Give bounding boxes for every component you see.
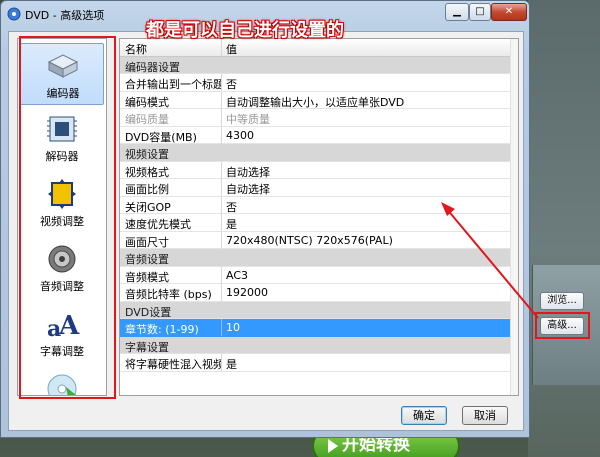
grid-property-row[interactable]: 视频格式 自动选择 <box>120 161 518 180</box>
column-divider <box>221 126 222 144</box>
property-value[interactable]: 是 <box>226 216 237 232</box>
browse-button[interactable]: 浏览... <box>540 292 584 310</box>
annotation-highlight-sidebar <box>19 36 116 399</box>
property-name: 音频设置 <box>125 253 169 266</box>
grid-property-row[interactable]: 画面比例 自动选择 <box>120 179 518 197</box>
cancel-button[interactable]: 取消 <box>462 406 508 425</box>
grid-property-row[interactable]: 编码模式 自动调整输出大小，以适应单张DVD <box>120 91 518 110</box>
property-name: 速度优先模式 <box>125 218 191 231</box>
properties-grid: 名称 值 编码器设置 合并输出到一个标题否编码模式 自动调整输出大小，以适应单张DV… <box>119 38 519 396</box>
grid-property-row[interactable]: 章节数: (1-99) 10 <box>120 319 518 337</box>
dialog-client-area: 编码器 解码器 视频调整 音频调整 a A 字幕调整 名称 值 编码器设置 合并… <box>8 31 524 431</box>
grid-property-row[interactable]: 合并输出到一个标题否 <box>120 74 518 92</box>
column-divider <box>221 354 222 371</box>
property-value[interactable]: 192000 <box>226 286 268 299</box>
property-name: 音频比特率 (bps) <box>125 288 212 301</box>
column-divider <box>221 196 222 214</box>
start-convert-label: 开始转换 <box>342 435 410 455</box>
column-divider <box>221 214 222 231</box>
property-name: DVD容量(MB) <box>125 130 197 144</box>
property-value[interactable]: AC3 <box>226 269 248 282</box>
column-divider <box>221 284 222 301</box>
grid-property-row[interactable]: 画面尺寸 720x480(NTSC) 720x576(PAL) <box>120 231 518 249</box>
property-value[interactable]: 自动选择 <box>226 164 270 180</box>
advanced-options-dialog: DVD - 高级选项 ▁ □ ✕ 编码器 解码器 视频调整 音频调整 a A 字… <box>0 0 530 438</box>
maximize-button[interactable]: □ <box>469 3 491 21</box>
property-value[interactable]: 中等质量 <box>226 111 270 127</box>
grid-section-row[interactable]: 音频设置 <box>120 249 518 267</box>
maximize-icon: □ <box>475 6 485 17</box>
property-value[interactable]: 自动调整输出大小，以适应单张DVD <box>226 94 404 110</box>
property-name: DVD设置 <box>125 305 172 319</box>
property-name: 章节数: (1-99) <box>125 323 199 336</box>
property-name: 编码模式 <box>125 95 169 109</box>
grid-property-row[interactable]: 编码质量 中等质量 <box>120 109 518 127</box>
grid-scroll-track[interactable] <box>510 39 518 395</box>
column-header-value: 值 <box>226 43 237 56</box>
grid-property-row[interactable]: 关闭GOP 否 <box>120 196 518 215</box>
column-divider <box>221 231 222 249</box>
grid-property-row[interactable]: 音频模式 AC3 <box>120 266 518 284</box>
grid-property-row[interactable]: 速度优先模式 是 <box>120 214 518 232</box>
grid-section-row[interactable]: 编码器设置 <box>120 56 518 74</box>
column-divider <box>221 74 222 91</box>
column-divider <box>221 319 222 336</box>
property-name: 视频格式 <box>125 165 169 179</box>
property-name: 合并输出到一个标题 <box>125 78 221 91</box>
property-name: 音频模式 <box>125 270 169 284</box>
property-value[interactable]: 否 <box>226 76 237 92</box>
column-divider <box>221 266 222 284</box>
play-icon <box>328 439 338 453</box>
property-value[interactable]: 10 <box>226 321 240 334</box>
annotation-highlight-advanced <box>535 312 590 339</box>
close-icon: ✕ <box>504 6 514 17</box>
annotation-caption: 都是可以自己进行设置的 <box>146 20 344 41</box>
minimize-icon: ▁ <box>453 6 461 17</box>
property-name: 关闭GOP <box>125 200 171 214</box>
column-header-name: 名称 <box>125 43 147 56</box>
grid-property-row[interactable]: DVD容量(MB) 4300 <box>120 126 518 144</box>
app-logo-icon <box>7 7 21 21</box>
property-name: 画面比例 <box>125 183 169 196</box>
background-app <box>528 0 600 457</box>
property-value[interactable]: 否 <box>226 199 237 215</box>
window-title: DVD - 高级选项 <box>25 9 105 22</box>
grid-property-row[interactable]: 音频比特率 (bps) 192000 <box>120 284 518 302</box>
property-name: 编码器设置 <box>125 60 180 74</box>
property-value[interactable]: 是 <box>226 356 237 372</box>
property-name: 视频设置 <box>125 148 169 161</box>
property-name: 编码质量 <box>125 113 169 126</box>
grid-section-row[interactable]: 字幕设置 <box>120 336 518 354</box>
column-divider <box>221 161 222 179</box>
property-value[interactable]: 自动选择 <box>226 181 270 197</box>
ok-button[interactable]: 确定 <box>401 406 447 425</box>
property-name: 将字幕硬性混入视频... <box>125 358 221 371</box>
property-value[interactable]: 720x480(NTSC) 720x576(PAL) <box>226 234 393 247</box>
grid-section-row[interactable]: 视频设置 <box>120 144 518 162</box>
grid-property-row[interactable]: 将字幕硬性混入视频... 是 <box>120 354 518 372</box>
property-name: 画面尺寸 <box>125 235 169 249</box>
grid-section-row[interactable]: DVD设置 <box>120 301 518 319</box>
property-value[interactable]: 4300 <box>226 129 254 142</box>
column-divider <box>221 179 222 196</box>
minimize-button[interactable]: ▁ <box>445 3 469 21</box>
column-divider <box>221 91 222 109</box>
close-button[interactable]: ✕ <box>491 3 527 21</box>
column-divider <box>221 109 222 126</box>
property-name: 字幕设置 <box>125 340 169 354</box>
